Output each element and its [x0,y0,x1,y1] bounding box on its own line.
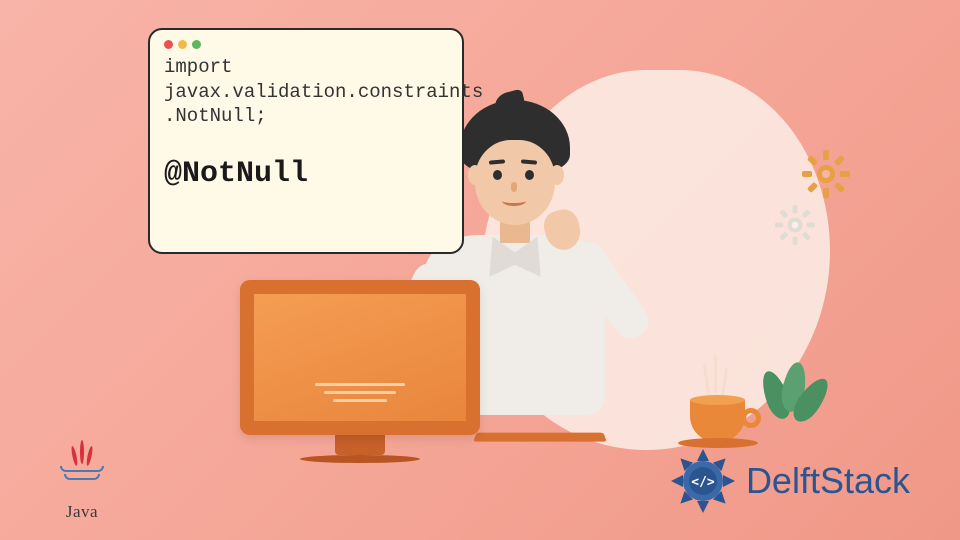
green-dot-icon [192,40,201,49]
java-logo: Java [60,466,104,522]
code-import-block: import javax.validation.constraints .Not… [164,55,448,129]
coffee-cup-icon [690,400,745,442]
gear-icon [802,150,850,198]
gear-icon [775,205,815,245]
svg-text:</>: </> [691,475,715,490]
java-logo-label: Java [60,502,104,522]
code-line-2: javax.validation.constraints [164,80,448,105]
code-snippet-card: import javax.validation.constraints .Not… [148,28,464,254]
red-dot-icon [164,40,173,49]
window-traffic-dots [164,40,448,49]
keyboard-icon [473,433,607,442]
code-line-1: import [164,55,448,80]
code-annotation: @NotNull [164,157,448,191]
delftstack-logo-label: DelftStack [746,460,910,502]
monitor-icon [240,280,480,455]
delftstack-logo: </> DelftStack [668,446,910,516]
code-line-3: .NotNull; [164,104,448,129]
delftstack-emblem-icon: </> [668,446,738,516]
yellow-dot-icon [178,40,187,49]
